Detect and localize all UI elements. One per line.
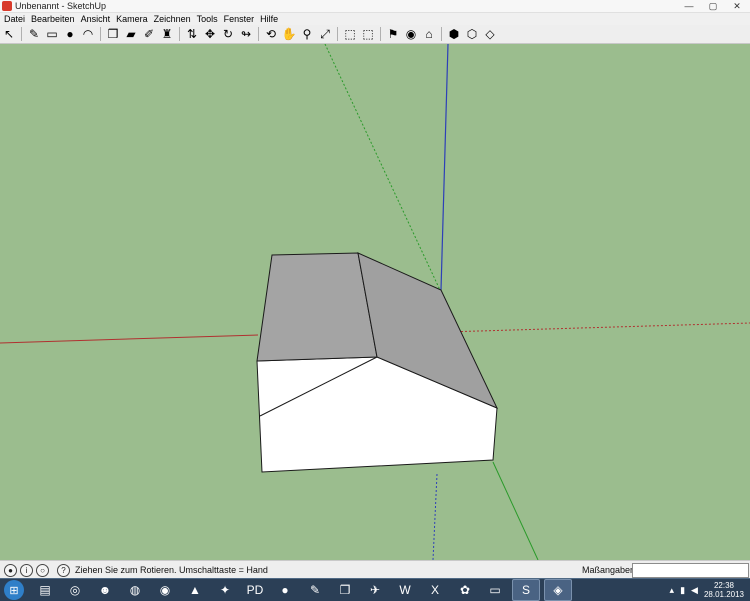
network-icon[interactable]: ▮ (680, 585, 685, 596)
next-view-icon[interactable]: ⬚ (360, 26, 376, 42)
toolbar-separator (380, 27, 381, 41)
sketchup-app-icon (2, 1, 12, 11)
share-component-icon[interactable]: ◇ (482, 26, 498, 42)
window-controls: — ▢ ✕ (680, 0, 746, 12)
menu-ansicht[interactable]: Ansicht (78, 13, 114, 25)
helmet-icon[interactable]: ☻ (92, 580, 118, 600)
minimize-button[interactable]: — (680, 1, 698, 12)
disc-icon[interactable]: ◉ (152, 580, 178, 600)
menu-fenster[interactable]: Fenster (221, 13, 258, 25)
status-bar: ● i ○ ? Ziehen Sie zum Rotieren. Umschal… (0, 560, 750, 579)
measurements-label: Maßangaben (582, 565, 636, 575)
rectangle-icon[interactable]: ▭ (44, 26, 60, 42)
clock[interactable]: 22:38 28.01.2013 (704, 581, 744, 599)
folder-icon[interactable]: ▤ (32, 580, 58, 600)
follow-me-icon[interactable]: ↬ (238, 26, 254, 42)
roof-left-face[interactable] (256, 252, 378, 362)
arc-icon[interactable]: ◠ (80, 26, 96, 42)
red-dot-icon[interactable]: ● (272, 580, 298, 600)
system-tray: ▴ ▮ ◀ 22:38 28.01.2013 (670, 579, 744, 601)
push-pull-icon[interactable]: ⇅ (184, 26, 200, 42)
plane-icon[interactable]: ✈ (362, 580, 388, 600)
word-icon[interactable]: W (392, 580, 418, 600)
pen-icon[interactable]: ✎ (302, 580, 328, 600)
menu-hilfe[interactable]: Hilfe (257, 13, 281, 25)
sketchup-icon[interactable]: S (512, 579, 540, 601)
pd-icon[interactable]: PD (242, 580, 268, 600)
cursor-arrow-icon[interactable]: ↖ (1, 26, 17, 42)
tape-measure-icon[interactable]: ✐ (141, 26, 157, 42)
status-message: Ziehen Sie zum Rotieren. Umschalttaste =… (75, 565, 268, 575)
previous-view-icon[interactable]: ⬚ (342, 26, 358, 42)
drawing-viewport[interactable] (0, 43, 750, 561)
main-toolbar: ↖ ✎ ▭ ● ◠ ❒ ▰ ✐ ♜ ⇅ ✥ ↻ ↬ ⟲ ✋ ⚲ ⤢ ⬚ ⬚ ⚑ ◉ ⌂ ⬢ ⬡ ◇ (0, 25, 750, 44)
green-app-icon[interactable]: ◈ (544, 579, 572, 601)
windows-taskbar: ⊞ ▤ ◎ ☻ ◍ ◉ ▲ ✦ PD ● ✎ ❐ ✈ W X ✿ ▭ S ◈ ▴ ▮ ◀ 22:38 28.01.… (0, 578, 750, 601)
window-icon[interactable]: ❐ (332, 580, 358, 600)
clock-date: 28.01.2013 (703, 590, 744, 599)
photo-textures-icon[interactable]: ⌂ (421, 26, 437, 42)
share-model-icon[interactable]: ⬡ (464, 26, 480, 42)
close-button[interactable]: ✕ (728, 1, 746, 12)
move-icon[interactable]: ✥ (202, 26, 218, 42)
zoom-extents-icon[interactable]: ⤢ (317, 26, 333, 42)
terminal-icon[interactable]: ▭ (482, 580, 508, 600)
terrain-icon[interactable]: ◉ (403, 26, 419, 42)
start-button[interactable]: ⊞ (4, 580, 24, 600)
clock-time: 22:38 (713, 581, 734, 590)
zoom-icon[interactable]: ⚲ (299, 26, 315, 42)
toolbar-separator (258, 27, 259, 41)
pencil-icon[interactable]: ✎ (26, 26, 42, 42)
firefox-icon[interactable]: ◍ (122, 580, 148, 600)
toolbar-separator (337, 27, 338, 41)
menu-kamera[interactable]: Kamera (113, 13, 151, 25)
menu-datei[interactable]: Datei (0, 13, 28, 25)
geo-location-icon[interactable]: ● (4, 564, 17, 577)
menu-bearbeiten[interactable]: Bearbeiten (28, 13, 78, 25)
volume-icon[interactable]: ◀ (691, 585, 698, 596)
toolbar-separator (179, 27, 180, 41)
window-title: Unbenannt - SketchUp (15, 1, 107, 11)
toolbar-separator (441, 27, 442, 41)
eraser-icon[interactable]: ▰ (123, 26, 139, 42)
circle-icon[interactable]: ● (62, 26, 78, 42)
fox-icon[interactable]: ✿ (452, 580, 478, 600)
vlc-cone-icon[interactable]: ▲ (182, 580, 208, 600)
puzzle-icon[interactable]: ✦ (212, 580, 238, 600)
maximize-button[interactable]: ▢ (704, 1, 722, 12)
user-icon[interactable]: ○ (36, 564, 49, 577)
menu-tools[interactable]: Tools (194, 13, 221, 25)
scene-canvas[interactable] (0, 43, 750, 561)
toolbar-separator (21, 27, 22, 41)
help-icon[interactable]: ? (57, 564, 70, 577)
tray-arrow-icon[interactable]: ▴ (670, 585, 675, 596)
menu-zeichnen[interactable]: Zeichnen (151, 13, 194, 25)
toolbar-separator (100, 27, 101, 41)
add-location-icon[interactable]: ⚑ (385, 26, 401, 42)
menu-bar: Datei Bearbeiten Ansicht Kamera Zeichnen… (0, 13, 750, 25)
excel-icon[interactable]: X (422, 580, 448, 600)
pan-hand-icon[interactable]: ✋ (281, 26, 297, 42)
taskbar-apps: ▤ ◎ ☻ ◍ ◉ ▲ ✦ PD ● ✎ ❐ ✈ W X ✿ ▭ S ◈ (30, 579, 574, 601)
orbit-icon[interactable]: ⟲ (263, 26, 279, 42)
title-bar: Unbenannt - SketchUp — ▢ ✕ (0, 0, 750, 13)
paint-bucket-icon[interactable]: ♜ (159, 26, 175, 42)
rotate-icon[interactable]: ↻ (220, 26, 236, 42)
get-models-icon[interactable]: ⬢ (446, 26, 462, 42)
measurements-input[interactable] (632, 563, 749, 578)
credits-icon[interactable]: i (20, 564, 33, 577)
component-icon[interactable]: ❒ (105, 26, 121, 42)
media-icon[interactable]: ◎ (62, 580, 88, 600)
